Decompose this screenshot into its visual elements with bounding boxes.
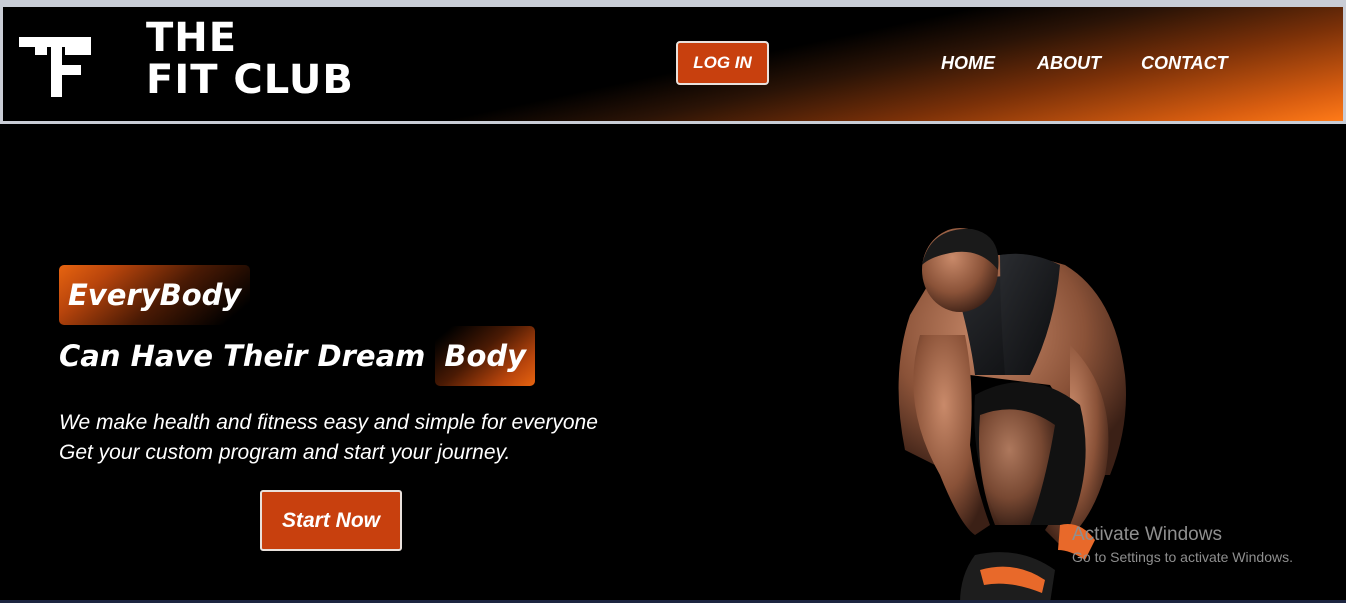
headline-text: Can Have Their Dream — [59, 339, 426, 373]
navbar: THE FIT CLUB LOG IN HOME ABOUT CONTACT — [0, 4, 1346, 124]
windows-activation-watermark: Activate Windows Go to Settings to activ… — [1072, 524, 1293, 568]
description-line-1: We make health and fitness easy and simp… — [59, 411, 598, 434]
watermark-title: Activate Windows — [1072, 524, 1222, 545]
watermark-subtitle: Go to Settings to activate Windows. — [1072, 549, 1293, 565]
body-tag: Body — [435, 326, 536, 386]
login-button[interactable]: LOG IN — [676, 41, 769, 85]
nav-link-home[interactable]: HOME — [941, 53, 995, 74]
brand-line-2: FIT CLUB — [146, 57, 354, 103]
brand-name[interactable]: THE FIT CLUB — [146, 17, 354, 101]
nav-link-about[interactable]: ABOUT — [1037, 53, 1101, 74]
hero-description: We make health and fitness easy and simp… — [59, 408, 598, 468]
page: THE FIT CLUB LOG IN HOME ABOUT CONTACT E… — [0, 0, 1346, 603]
start-now-button[interactable]: Start Now — [260, 490, 402, 551]
nav-link-contact[interactable]: CONTACT — [1141, 53, 1228, 74]
hero-headline: Can Have Their Dream Body — [59, 326, 536, 386]
hero-section: EveryBody Can Have Their Dream Body We m… — [0, 120, 1346, 603]
tf-logo-icon[interactable] — [17, 31, 93, 99]
description-line-2: Get your custom program and start your j… — [59, 441, 511, 464]
brand-line-1: THE — [146, 15, 238, 61]
everybody-tag: EveryBody — [59, 265, 251, 325]
